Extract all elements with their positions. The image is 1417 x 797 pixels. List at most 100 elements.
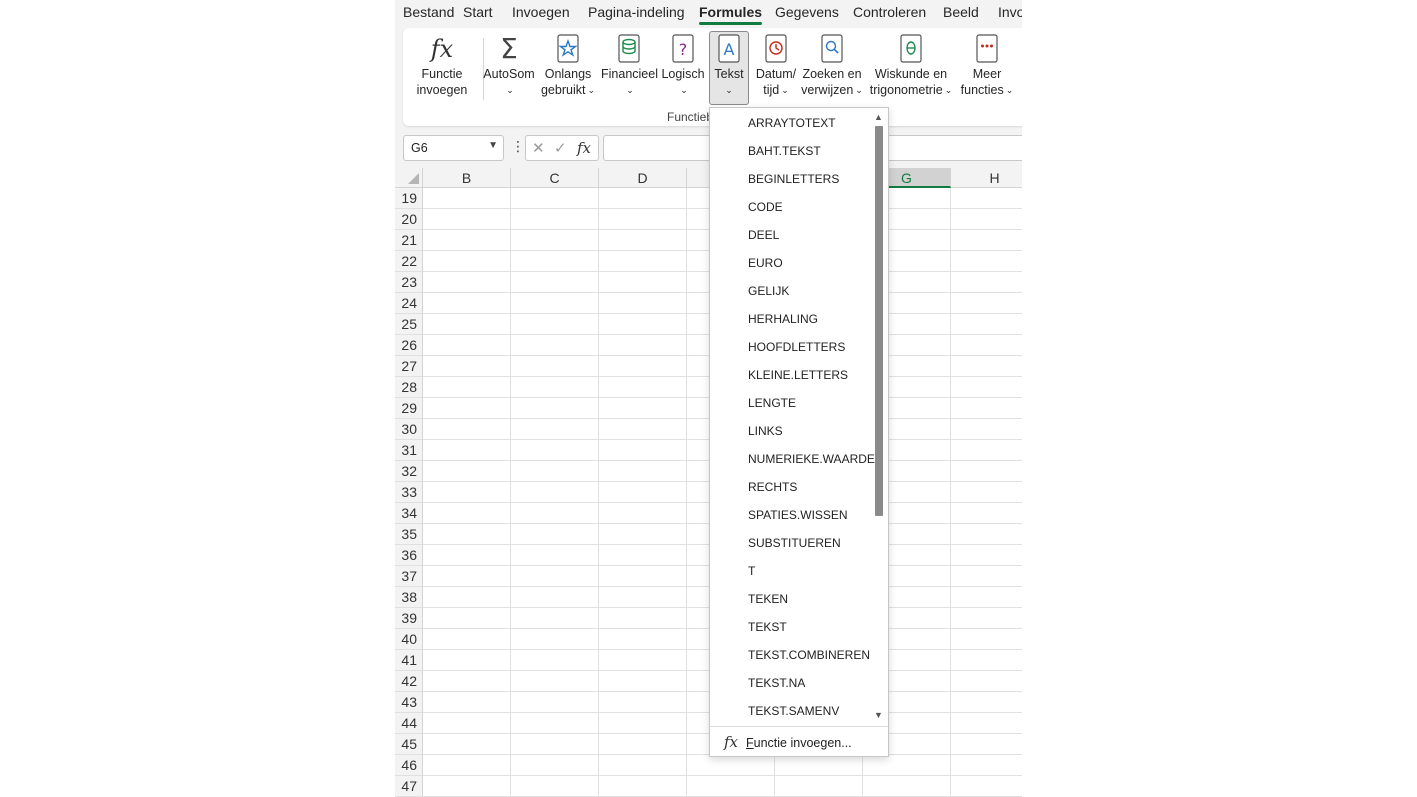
function-menu-item[interactable]: LINKS bbox=[748, 417, 783, 445]
function-menu-item[interactable]: TEKST.SAMENV bbox=[748, 697, 839, 725]
fx-icon: fx bbox=[724, 733, 739, 751]
row-header[interactable]: 32 bbox=[395, 461, 423, 482]
lookup-reference-button[interactable]: Zoeken en verwijzen ⌄ bbox=[801, 32, 863, 104]
recently-used-button[interactable]: Onlangs gebruikt ⌄ bbox=[538, 32, 598, 104]
row-header[interactable]: 28 bbox=[395, 377, 423, 398]
row-header[interactable]: 23 bbox=[395, 272, 423, 293]
function-menu-item[interactable]: T bbox=[748, 557, 755, 585]
function-menu-item[interactable]: KLEINE.LETTERS bbox=[748, 361, 848, 389]
tab-start[interactable]: Start bbox=[463, 4, 493, 20]
text-book-icon: A bbox=[710, 32, 748, 66]
cancel-icon[interactable]: ✕ bbox=[532, 139, 545, 157]
scroll-down-icon[interactable]: ▼ bbox=[874, 710, 883, 720]
row-header[interactable]: 27 bbox=[395, 356, 423, 377]
row-header[interactable]: 43 bbox=[395, 692, 423, 713]
function-menu-item[interactable]: NUMERIEKE.WAARDE bbox=[748, 445, 875, 473]
row-header[interactable]: 21 bbox=[395, 230, 423, 251]
function-menu-item[interactable]: TEKST.COMBINEREN bbox=[748, 641, 870, 669]
function-menu-item[interactable]: ARRAYTOTEXT bbox=[748, 109, 836, 137]
chevron-down-icon: ⌄ bbox=[944, 85, 953, 95]
tab-pagina-indeling[interactable]: Pagina-indeling bbox=[588, 4, 685, 20]
chevron-down-icon: ⌄ bbox=[626, 85, 634, 95]
function-menu-item[interactable]: SPATIES.WISSEN bbox=[748, 501, 848, 529]
svg-text:A: A bbox=[724, 40, 735, 59]
column-header-d[interactable]: D bbox=[599, 168, 687, 188]
chevron-down-icon: ⌄ bbox=[855, 85, 863, 95]
chevron-down-icon[interactable]: ▼ bbox=[488, 140, 498, 151]
tab-formules[interactable]: Formules bbox=[699, 4, 763, 25]
row-header[interactable]: 44 bbox=[395, 713, 423, 734]
function-menu-item[interactable]: BAHT.TEKST bbox=[748, 137, 821, 165]
text-functions-button[interactable]: A Tekst ⌄ bbox=[709, 31, 749, 105]
row-header[interactable]: 30 bbox=[395, 419, 423, 440]
row-header[interactable]: 31 bbox=[395, 440, 423, 461]
column-header-c[interactable]: C bbox=[511, 168, 599, 188]
row-header[interactable]: 42 bbox=[395, 671, 423, 692]
tab-controleren[interactable]: Controleren bbox=[853, 4, 926, 20]
math-trig-button[interactable]: Wiskunde en trigonometrie ⌄ bbox=[868, 32, 954, 104]
logical-button[interactable]: ? Logisch ⌄ bbox=[660, 32, 706, 104]
row-header[interactable]: 45 bbox=[395, 734, 423, 755]
row-header[interactable]: 22 bbox=[395, 251, 423, 272]
svg-text:?: ? bbox=[679, 40, 688, 59]
row-header[interactable]: 34 bbox=[395, 503, 423, 524]
tab-bestand[interactable]: Bestand bbox=[403, 4, 454, 20]
row-header[interactable]: 25 bbox=[395, 314, 423, 335]
tab-invoegen[interactable]: Invoegen bbox=[512, 4, 570, 20]
row-header[interactable]: 39 bbox=[395, 608, 423, 629]
function-menu-item[interactable]: HERHALING bbox=[748, 305, 818, 333]
function-menu-item[interactable]: DEEL bbox=[748, 221, 779, 249]
row-header[interactable]: 47 bbox=[395, 776, 423, 797]
menu-divider bbox=[710, 726, 888, 727]
row-header[interactable]: 41 bbox=[395, 650, 423, 671]
function-menu-item[interactable]: TEKST bbox=[748, 613, 787, 641]
function-menu-item[interactable]: RECHTS bbox=[748, 473, 797, 501]
select-all-button[interactable] bbox=[395, 168, 423, 188]
function-menu-item[interactable]: LENGTE bbox=[748, 389, 796, 417]
insert-function-icon[interactable]: fx bbox=[577, 139, 591, 157]
chevron-down-icon: ⌄ bbox=[587, 85, 596, 95]
scrollbar-thumb[interactable] bbox=[875, 126, 883, 516]
function-menu-item[interactable]: TEKEN bbox=[748, 585, 788, 613]
column-header-h[interactable]: H bbox=[951, 168, 1022, 188]
fx-icon: fx bbox=[430, 35, 454, 63]
row-header[interactable]: 20 bbox=[395, 209, 423, 230]
function-menu-item[interactable]: HOOFDLETTERS bbox=[748, 333, 845, 361]
tab-beeld[interactable]: Beeld bbox=[943, 4, 979, 20]
function-menu-item[interactable]: SUBSTITUEREN bbox=[748, 529, 841, 557]
scroll-up-icon[interactable]: ▲ bbox=[874, 112, 883, 122]
tab-gegevens[interactable]: Gegevens bbox=[775, 4, 839, 20]
more-functions-button[interactable]: Meer functies ⌄ bbox=[959, 32, 1015, 104]
row-header[interactable]: 24 bbox=[395, 293, 423, 314]
function-menu-item[interactable]: GELIJK bbox=[748, 277, 789, 305]
function-menu-item[interactable]: BEGINLETTERS bbox=[748, 165, 839, 193]
function-menu-item[interactable]: CODE bbox=[748, 193, 783, 221]
insert-function-button[interactable]: fx Functie invoegen bbox=[411, 32, 473, 104]
row-header[interactable]: 36 bbox=[395, 545, 423, 566]
row-header[interactable]: 35 bbox=[395, 524, 423, 545]
function-menu-item[interactable]: TEKST.NA bbox=[748, 669, 805, 697]
row-header[interactable]: 29 bbox=[395, 398, 423, 419]
autosum-button[interactable]: Σ AutoSom ⌄ bbox=[483, 32, 535, 104]
date-time-button[interactable]: Datum/ tijd ⌄ bbox=[754, 32, 798, 104]
name-box-value: G6 bbox=[411, 141, 428, 155]
clock-book-icon bbox=[754, 32, 798, 66]
ribbon-group-label: Functieb bbox=[667, 110, 714, 124]
name-box[interactable]: G6 ▼ bbox=[403, 135, 504, 161]
chevron-down-icon: ⌄ bbox=[725, 85, 733, 95]
enter-icon[interactable]: ✓ bbox=[554, 139, 567, 157]
more-options-icon[interactable]: ⋮ bbox=[511, 138, 525, 155]
insert-function-menu-item[interactable]: fx Functie invoegen... bbox=[724, 730, 852, 754]
row-header[interactable]: 19 bbox=[395, 188, 423, 209]
row-header[interactable]: 46 bbox=[395, 755, 423, 776]
tab-invoegtoepassingen[interactable]: Invo bbox=[998, 4, 1022, 20]
row-header[interactable]: 40 bbox=[395, 629, 423, 650]
row-header[interactable]: 33 bbox=[395, 482, 423, 503]
column-header-b[interactable]: B bbox=[423, 168, 511, 188]
dots-book-icon bbox=[959, 32, 1015, 66]
function-menu-item[interactable]: EURO bbox=[748, 249, 783, 277]
row-header[interactable]: 26 bbox=[395, 335, 423, 356]
financial-button[interactable]: Financieel ⌄ bbox=[601, 32, 658, 104]
row-header[interactable]: 37 bbox=[395, 566, 423, 587]
row-header[interactable]: 38 bbox=[395, 587, 423, 608]
